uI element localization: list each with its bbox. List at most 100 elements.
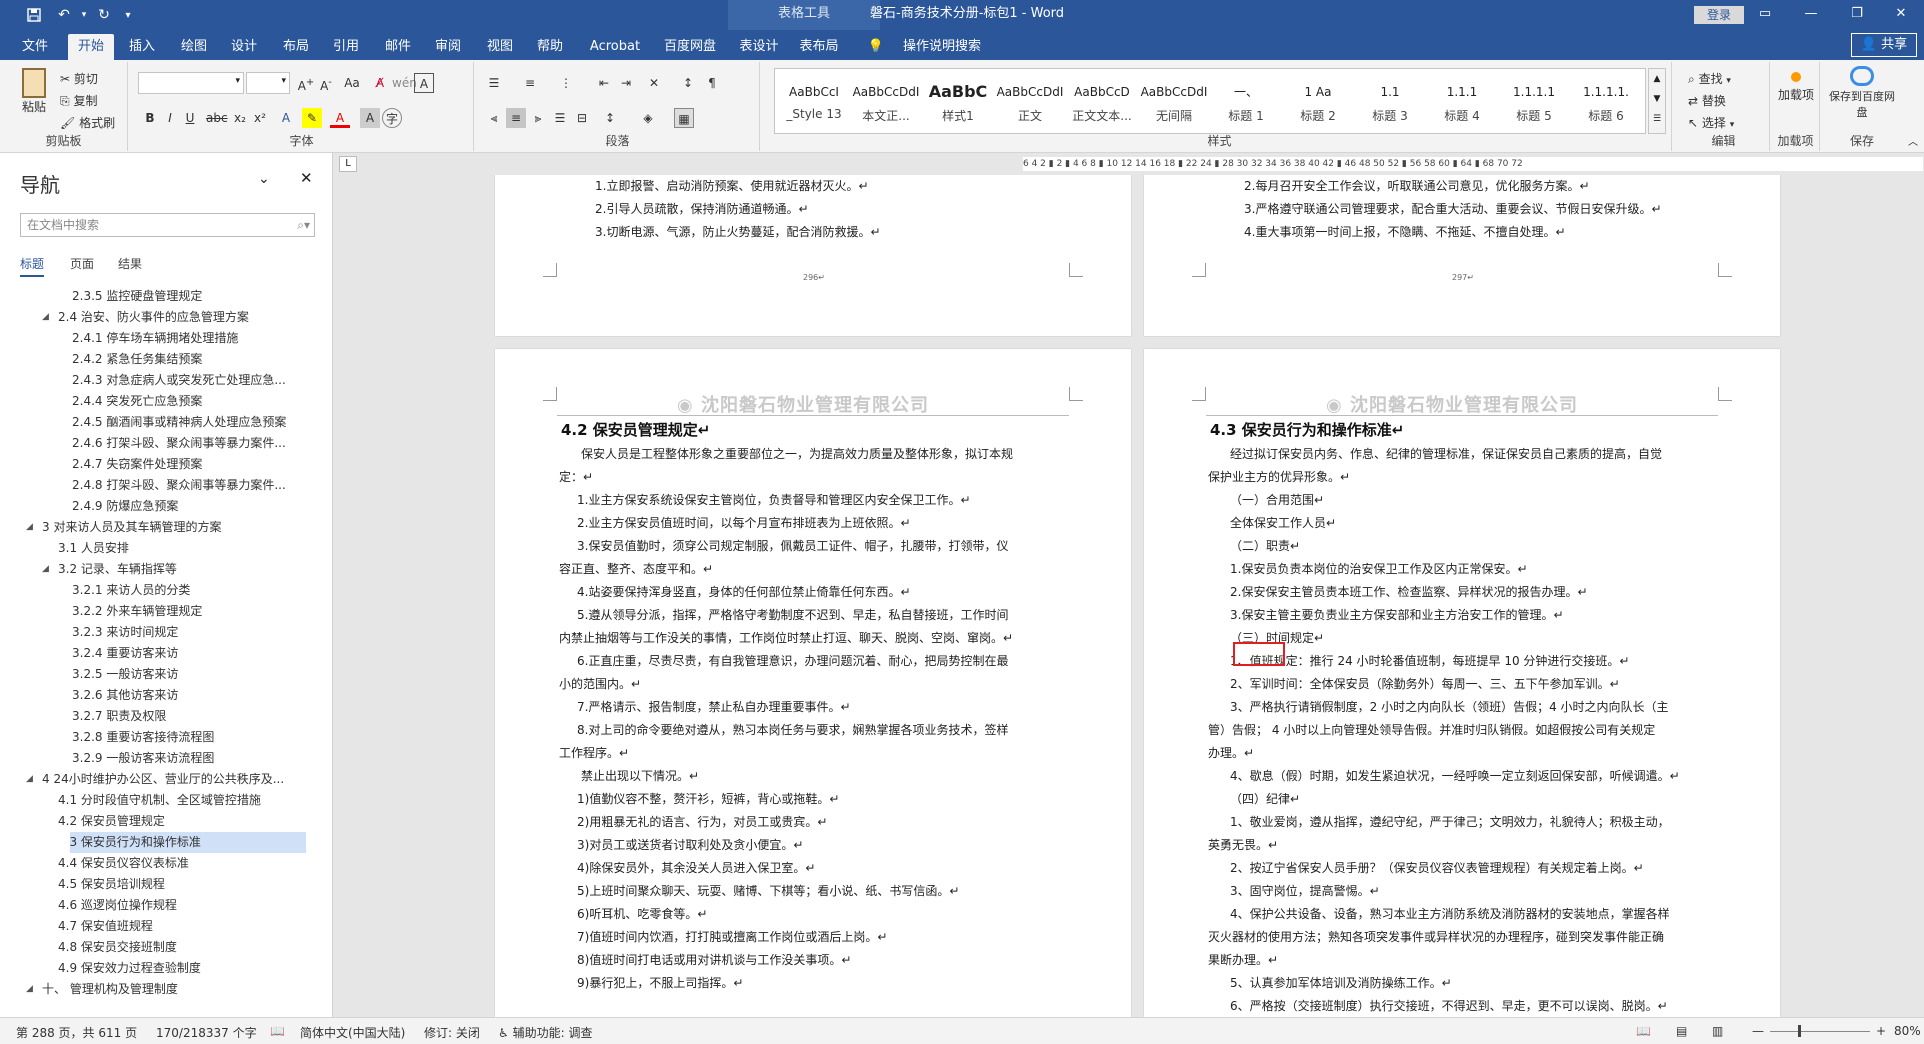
subscript-icon[interactable]: x₂	[230, 108, 250, 128]
borders-icon[interactable]: ▦	[674, 108, 694, 128]
strikethrough-icon[interactable]: abc	[206, 108, 228, 128]
nav-heading-item[interactable]: 4.4 保安员仪容仪表标准	[0, 853, 333, 874]
nav-heading-item[interactable]: 2.3.5 监控硬盘管理规定	[0, 286, 333, 307]
style-item[interactable]: 1.1.1.1 标题 5	[1499, 77, 1569, 139]
page-298[interactable]: ◉ 沈阳磐石物业管理有限公司 4.2 保安员管理规定↵ 保安人员是工程整体形象之…	[495, 349, 1131, 1017]
page-299[interactable]: ◉ 沈阳磐石物业管理有限公司 4.3 保安员行为和操作标准↵ 经过拟订保安员内务…	[1144, 349, 1780, 1017]
zoom-slider[interactable]	[1770, 1031, 1870, 1032]
nav-heading-item[interactable]: 3.2.6 其他访客来访	[0, 685, 333, 706]
nav-heading-item[interactable]: 4.6 巡逻岗位操作规程	[0, 895, 333, 916]
copy-button[interactable]: ⎘ 复制	[60, 92, 97, 109]
nav-heading-item[interactable]: ◢ 3 对来访人员及其车辆管理的方案	[0, 517, 333, 538]
tab-layout[interactable]: 布局	[274, 34, 318, 60]
nav-tab-headings[interactable]: 标题	[20, 255, 45, 277]
nav-heading-item[interactable]: 3.2.3 来访时间规定	[0, 622, 333, 643]
tab-references[interactable]: 引用	[324, 34, 368, 60]
nav-heading-item[interactable]: 4.8 保安员交接班制度	[0, 937, 333, 958]
tab-help[interactable]: 帮助	[528, 34, 572, 60]
tab-review[interactable]: 审阅	[426, 34, 470, 60]
style-item[interactable]: 1.1 标题 3	[1355, 77, 1425, 139]
line-spacing-icon[interactable]: ↕	[600, 108, 620, 128]
clear-formatting-icon[interactable]: A̸	[370, 73, 390, 93]
print-layout-icon[interactable]: ▤	[1676, 1024, 1687, 1038]
nav-heading-item[interactable]: 2.4.1 停车场车辆拥堵处理措施	[0, 328, 333, 349]
shading-icon[interactable]: ◈	[638, 108, 658, 128]
nav-heading-item[interactable]: 4.1 分时段值守机制、全区域管控措施	[0, 790, 333, 811]
style-item[interactable]: AaBbCcD 正文文本...	[1067, 77, 1137, 139]
minimize-icon[interactable]: —	[1788, 0, 1834, 30]
nav-heading-item[interactable]: ◢ 十、 管理机构及管理制度	[0, 979, 333, 1000]
nav-heading-item[interactable]: 4.2 保安员管理规定	[0, 811, 333, 832]
highlight-icon[interactable]: ✎	[302, 108, 322, 128]
chevron-down-icon[interactable]: ⌄	[258, 171, 270, 187]
change-case-icon[interactable]: Aa	[342, 73, 362, 93]
character-border-icon[interactable]: A	[414, 73, 434, 93]
zoom-in-icon[interactable]: +	[1876, 1024, 1886, 1038]
show-marks-icon[interactable]: ¶	[702, 73, 722, 93]
ribbon-display-options-icon[interactable]: ▭	[1742, 0, 1788, 30]
tab-insert[interactable]: 插入	[120, 34, 164, 60]
style-item[interactable]: 1.1.1 标题 4	[1427, 77, 1497, 139]
tab-design[interactable]: 设计	[222, 34, 266, 60]
nav-heading-item[interactable]: ◢ 2.4 治安、防火事件的应急管理方案	[0, 307, 333, 328]
style-item[interactable]: 1.1.1.1. 标题 6	[1571, 77, 1641, 139]
customize-qat-icon[interactable]: ▾	[116, 4, 140, 26]
nav-search-input[interactable]: 在文档中搜索 ⌕▾	[20, 213, 315, 237]
nav-tab-pages[interactable]: 页面	[70, 255, 94, 272]
save-icon[interactable]	[22, 4, 46, 26]
accessibility-status[interactable]: ♿ 辅助功能: 调查	[498, 1024, 592, 1041]
language-indicator[interactable]: 简体中文(中国大陆)	[300, 1024, 405, 1041]
read-mode-icon[interactable]: 📖	[1636, 1024, 1651, 1038]
close-pane-icon[interactable]: ✕	[300, 169, 313, 187]
collapse-ribbon-icon[interactable]: ︿	[1908, 133, 1918, 148]
align-center-icon[interactable]: ≡	[506, 108, 526, 128]
page-296[interactable]: 1.立即报警、启动消防预案、使用就近器材灭火。↵ 2.引导人员疏散，保持消防通道畅…	[495, 175, 1131, 336]
share-button[interactable]: 👤 共享	[1851, 33, 1917, 57]
multilevel-list-icon[interactable]: ⋮	[556, 73, 576, 93]
page-count[interactable]: 第 288 页，共 611 页	[16, 1024, 137, 1041]
cut-button[interactable]: ✂ 剪切	[60, 70, 98, 87]
save-to-baidu-button[interactable]: 保存到百度网盘	[1824, 66, 1900, 120]
tab-acrobat[interactable]: Acrobat	[584, 34, 646, 60]
phonetic-guide-icon[interactable]: wén	[392, 73, 417, 93]
format-painter-button[interactable]: 🖌 格式刷	[60, 114, 115, 131]
justify-icon[interactable]: ☰	[550, 108, 570, 128]
style-item[interactable]: AaBbCcDdI 正文	[995, 77, 1065, 139]
select-button[interactable]: ↖ 选择 ▾	[1688, 114, 1734, 131]
tab-table-layout[interactable]: 表布局	[794, 34, 844, 60]
nav-heading-item[interactable]: 3.2.4 重要访客来访	[0, 643, 333, 664]
superscript-icon[interactable]: x²	[250, 108, 270, 128]
expand-toggle-icon[interactable]: ◢	[26, 517, 33, 538]
tab-file[interactable]: 文件	[12, 34, 58, 60]
nav-heading-item[interactable]: 2.4.8 打架斗殴、聚众闹事等暴力案件...	[0, 475, 333, 496]
nav-heading-item[interactable]: 4.3 保安员行为和操作标准	[70, 832, 306, 853]
text-effects-icon[interactable]: A	[276, 108, 296, 128]
nav-heading-item[interactable]: 3.2.1 来访人员的分类	[0, 580, 333, 601]
ruler-ticks[interactable]: 6 4 2 ▮ 2 ▮ 4 6 8 ▮ 10 12 14 16 18 ▮ 22 …	[1023, 157, 1923, 171]
word-count[interactable]: 170/218337 个字	[156, 1024, 257, 1041]
nav-heading-item[interactable]: 2.4.3 对急症病人或突发死亡处理应急...	[0, 370, 333, 391]
styles-more-icon[interactable]: ▲ ▼ ☰	[1648, 68, 1666, 134]
find-button[interactable]: ⌕ 查找 ▾	[1688, 70, 1731, 87]
style-item[interactable]: AaBbCcI _Style 13	[779, 77, 849, 139]
zoom-out-icon[interactable]: —	[1752, 1024, 1764, 1038]
redo-icon[interactable]: ↻	[92, 4, 116, 26]
proofing-icon[interactable]: 📖	[270, 1024, 285, 1038]
expand-toggle-icon[interactable]: ◢	[42, 559, 49, 580]
distributed-icon[interactable]: ⊟	[572, 108, 592, 128]
align-right-icon[interactable]: ⫸	[528, 108, 548, 128]
nav-heading-item[interactable]: ◢ 4 24小时维护办公区、营业厅的公共秩序及...	[0, 769, 333, 790]
chinese-layout-icon[interactable]: ✕	[644, 73, 664, 93]
enclose-characters-icon[interactable]: 字	[382, 108, 402, 128]
font-size-combo[interactable]: ▾	[246, 72, 290, 94]
style-item[interactable]: AaBbC 样式1	[923, 77, 993, 139]
style-item[interactable]: AaBbCcDdI 本文正...	[851, 77, 921, 139]
nav-heading-item[interactable]: 2.4.6 打架斗殴、聚众闹事等暴力案件...	[0, 433, 333, 454]
shrink-font-icon[interactable]: A-	[316, 73, 336, 93]
tab-mailings[interactable]: 邮件	[376, 34, 420, 60]
nav-heading-item[interactable]: 3.2.8 重要访客接待流程图	[0, 727, 333, 748]
font-name-combo[interactable]: ▾	[138, 72, 244, 94]
login-button[interactable]: 登录	[1694, 6, 1744, 24]
expand-toggle-icon[interactable]: ◢	[26, 979, 33, 1000]
nav-heading-item[interactable]: 2.4.7 失窃案件处理预案	[0, 454, 333, 475]
